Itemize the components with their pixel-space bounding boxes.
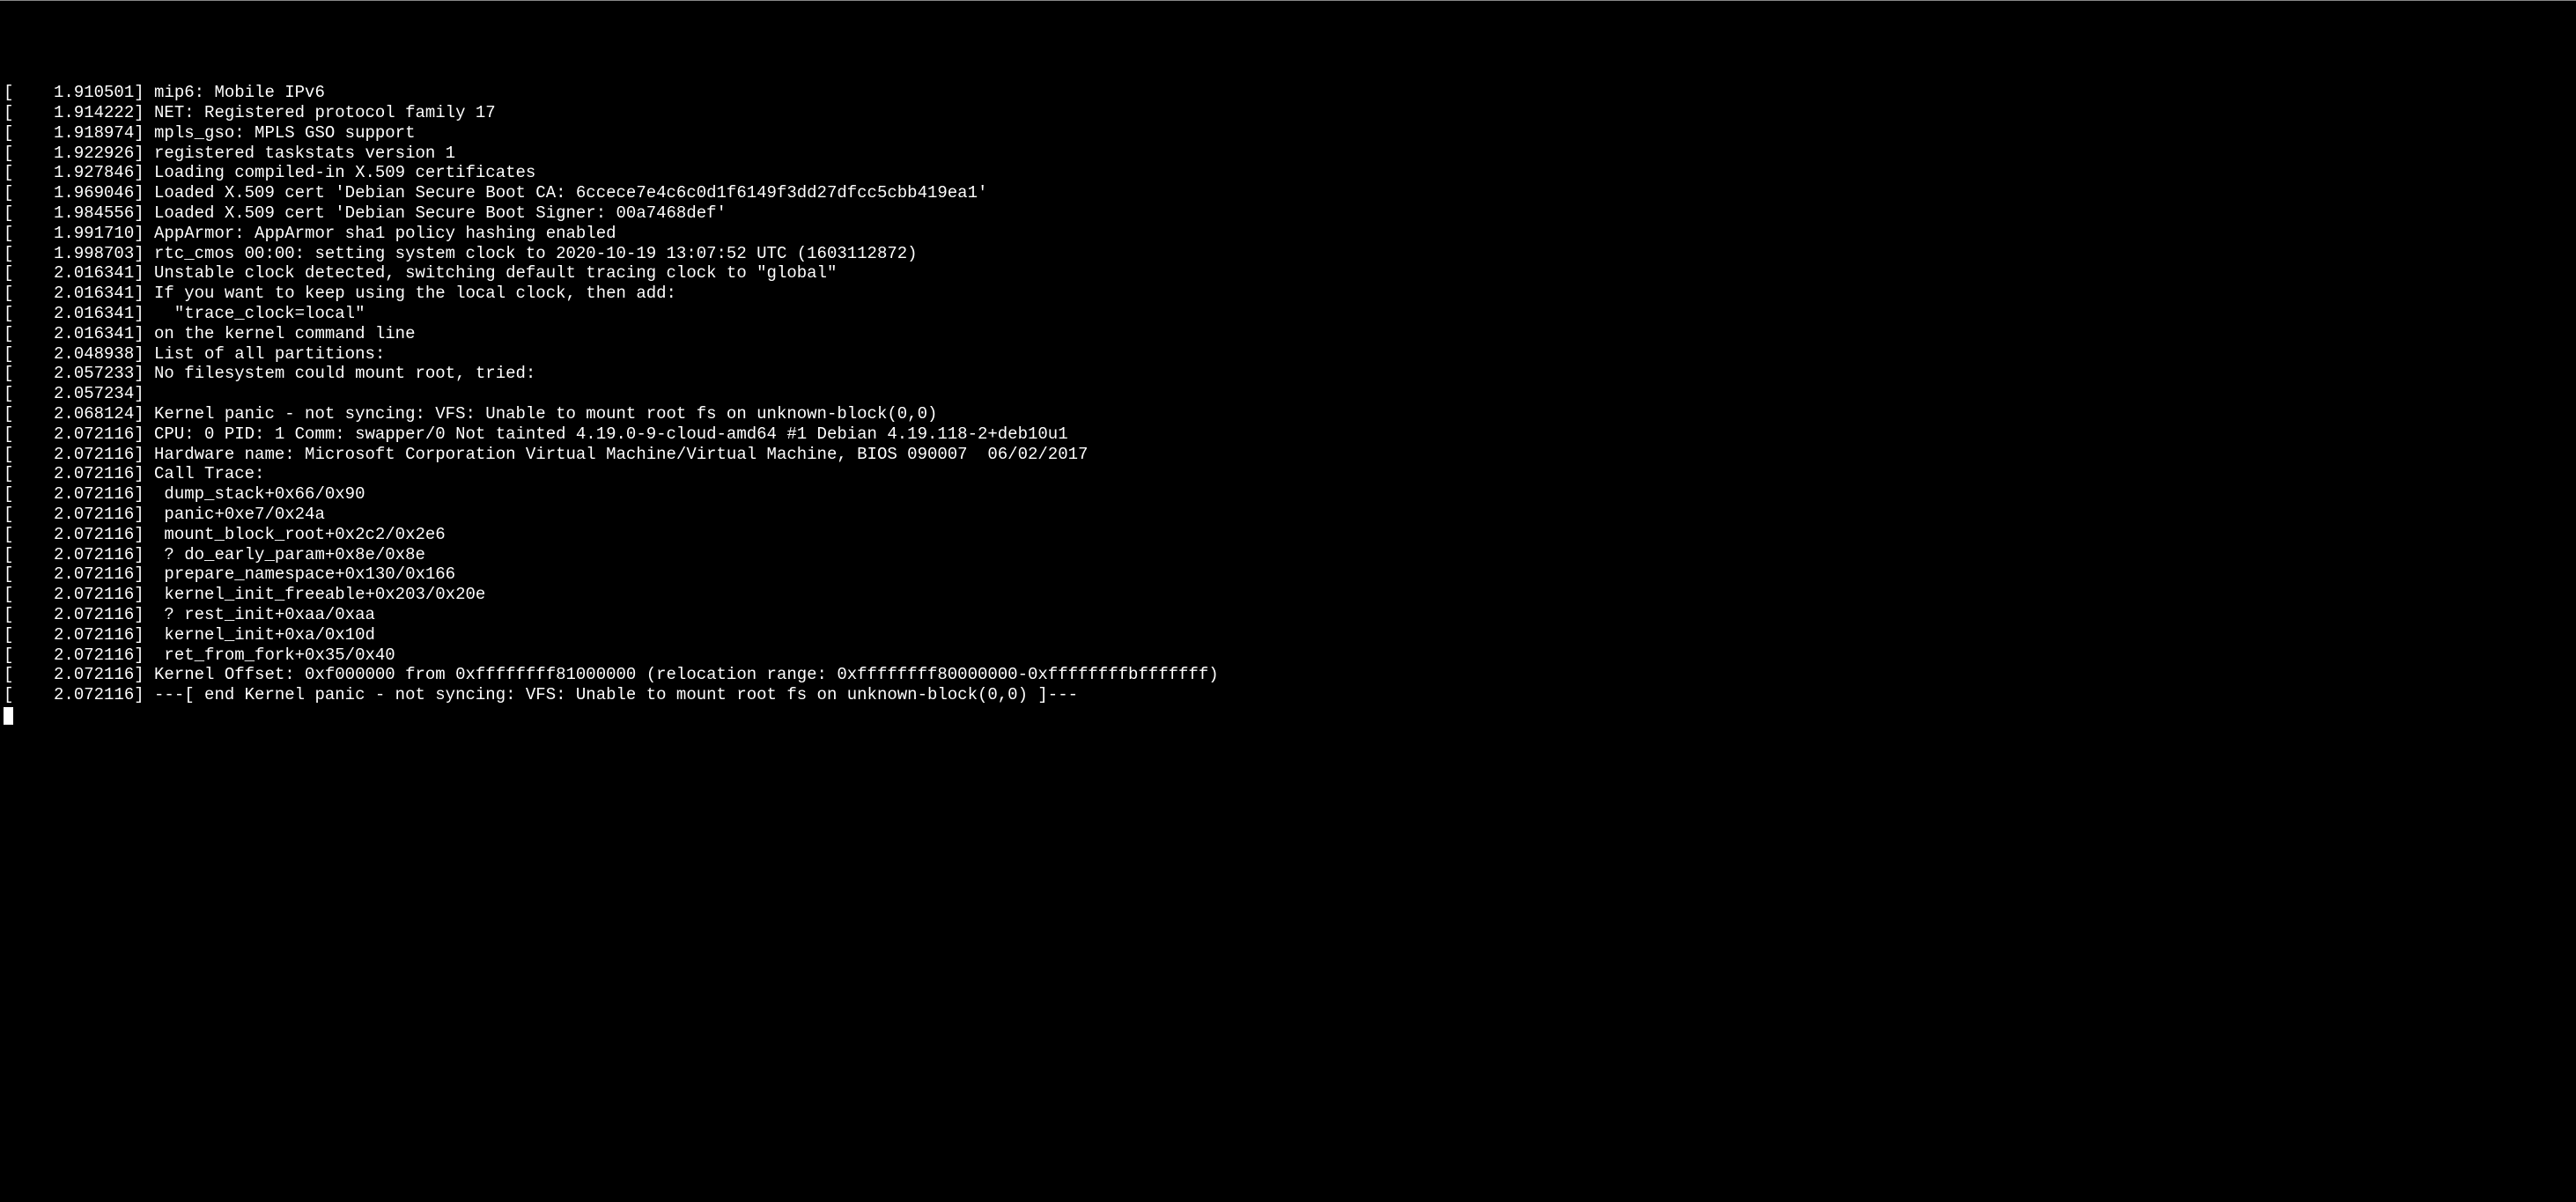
log-line: [ 2.072116] ---[ end Kernel panic - not … [4,685,2572,705]
log-line: [ 2.072116] Hardware name: Microsoft Cor… [4,445,2572,465]
log-line: [ 2.016341] on the kernel command line [4,324,2572,344]
log-line: [ 2.016341] Unstable clock detected, swi… [4,263,2572,284]
log-line: [ 2.048938] List of all partitions: [4,344,2572,365]
log-line: [ 2.072116] kernel_init+0xa/0x10d [4,625,2572,645]
log-line: [ 2.057234] [4,384,2572,404]
log-line: [ 1.998703] rtc_cmos 00:00: setting syst… [4,244,2572,264]
log-line: [ 2.072116] kernel_init_freeable+0x203/0… [4,585,2572,605]
log-line: [ 2.072116] panic+0xe7/0x24a [4,505,2572,525]
log-line: [ 2.072116] ? do_early_param+0x8e/0x8e [4,545,2572,565]
log-line: [ 2.072116] dump_stack+0x66/0x90 [4,484,2572,505]
log-line: [ 2.072116] Call Trace: [4,464,2572,484]
terminal-cursor [4,707,13,725]
log-line: [ 1.984556] Loaded X.509 cert 'Debian Se… [4,203,2572,224]
log-line: [ 1.922926] registered taskstats version… [4,144,2572,164]
log-line: [ 1.991710] AppArmor: AppArmor sha1 poli… [4,224,2572,244]
log-line: [ 2.057233] No filesystem could mount ro… [4,364,2572,384]
log-line: [ 1.918974] mpls_gso: MPLS GSO support [4,123,2572,144]
log-line: [ 1.969046] Loaded X.509 cert 'Debian Se… [4,183,2572,203]
log-line: [ 2.068124] Kernel panic - not syncing: … [4,404,2572,424]
log-line: [ 2.072116] CPU: 0 PID: 1 Comm: swapper/… [4,424,2572,445]
log-line: [ 1.927846] Loading compiled-in X.509 ce… [4,163,2572,183]
log-line: [ 2.072116] prepare_namespace+0x130/0x16… [4,564,2572,585]
log-line: [ 2.072116] ? rest_init+0xaa/0xaa [4,605,2572,625]
kernel-log-output: [ 1.910501] mip6: Mobile IPv6[ 1.914222]… [4,83,2572,705]
log-line: [ 1.910501] mip6: Mobile IPv6 [4,83,2572,103]
log-line: [ 2.016341] "trace_clock=local" [4,304,2572,324]
log-line: [ 2.016341] If you want to keep using th… [4,284,2572,304]
log-line: [ 2.072116] ret_from_fork+0x35/0x40 [4,645,2572,666]
log-line: [ 2.072116] mount_block_root+0x2c2/0x2e6 [4,525,2572,545]
log-line: [ 2.072116] Kernel Offset: 0xf000000 fro… [4,665,2572,685]
log-line: [ 1.914222] NET: Registered protocol fam… [4,103,2572,123]
